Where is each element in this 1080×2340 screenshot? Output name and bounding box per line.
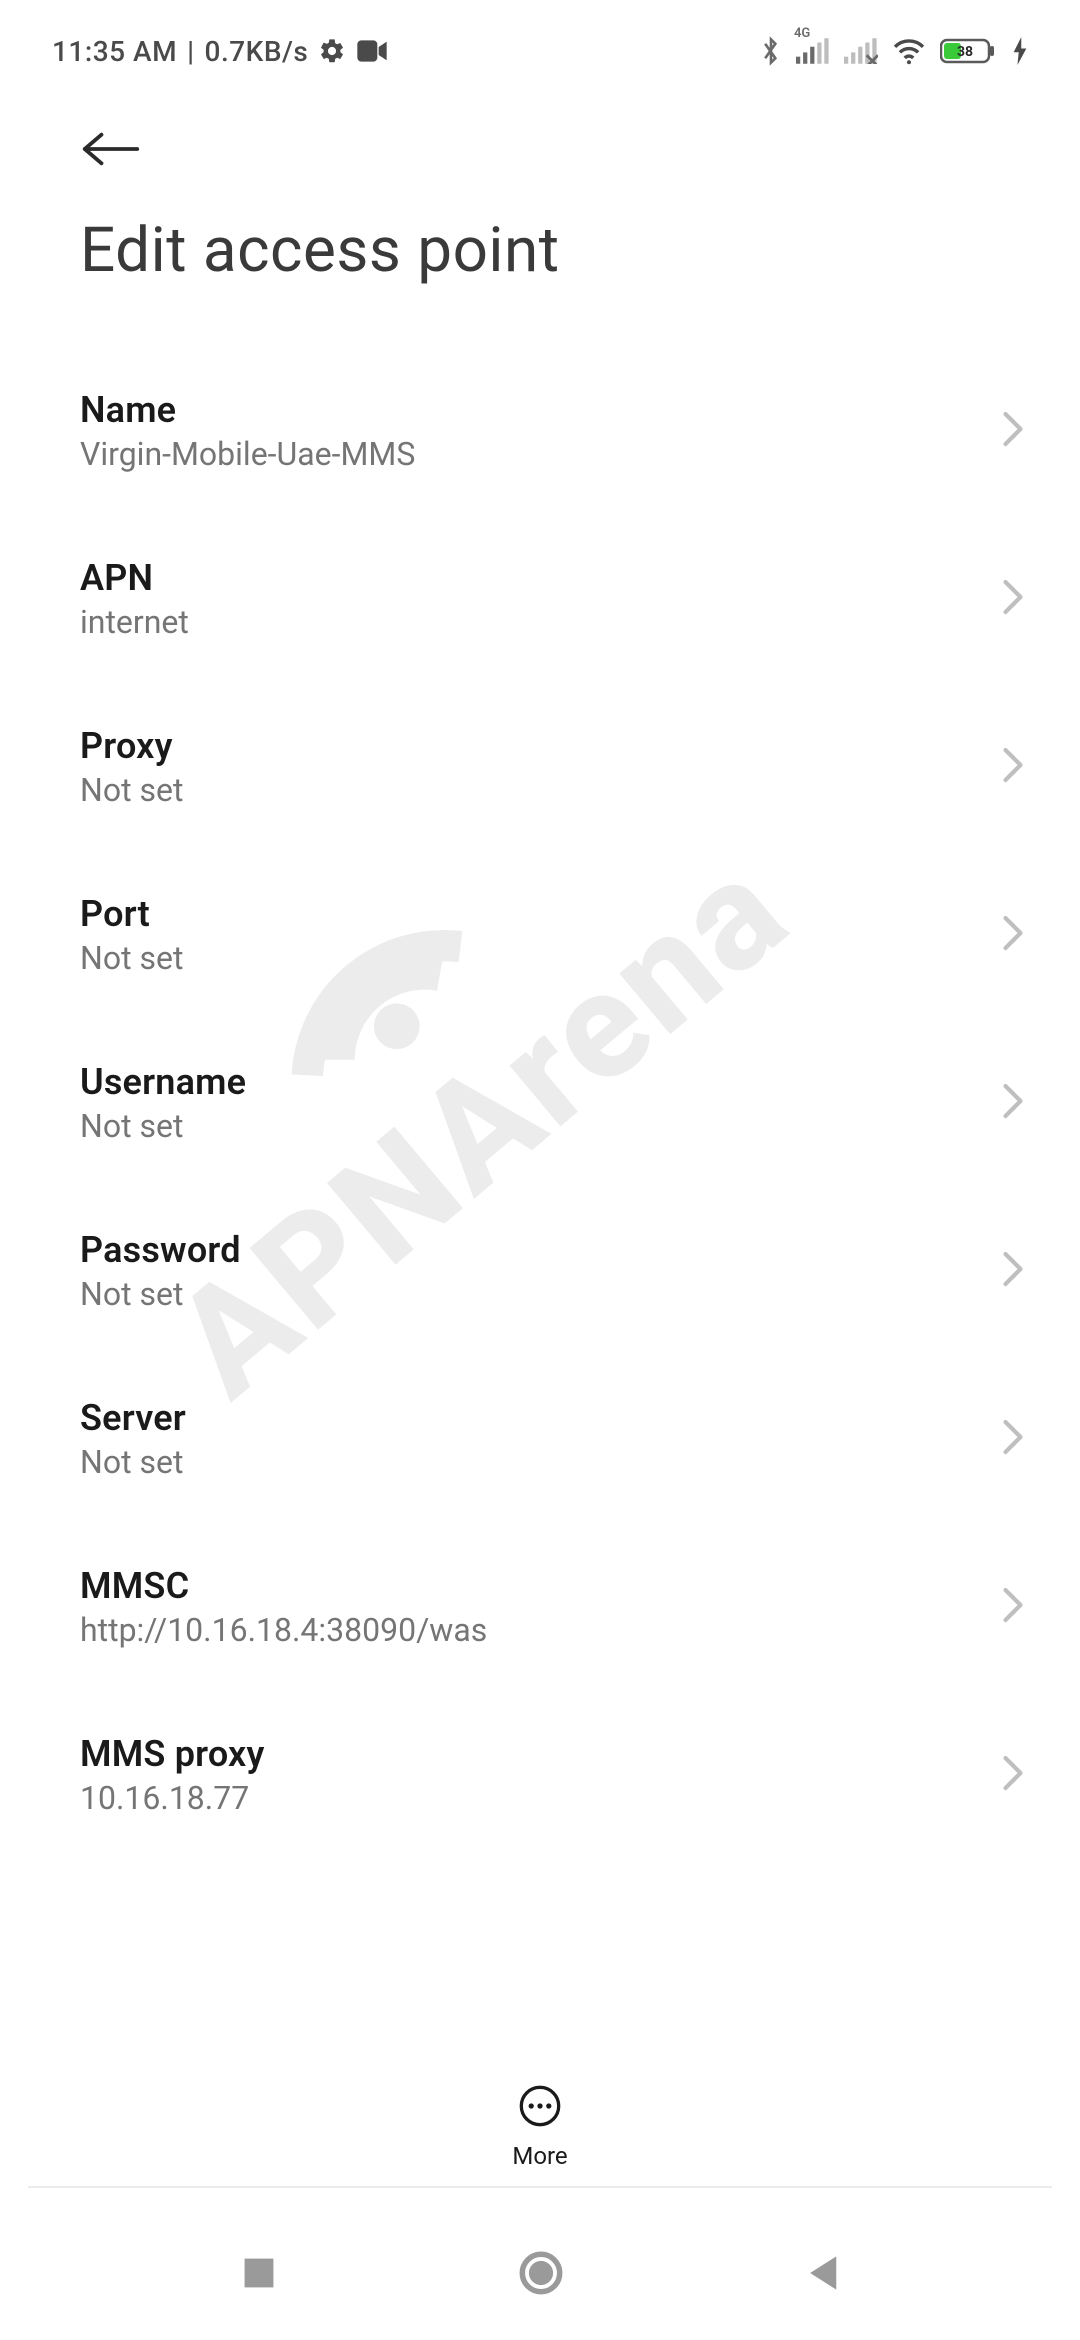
circle-icon (519, 2251, 563, 2295)
status-bar: 11:35 AM | 0.7KB/s 4G 38 (0, 0, 1080, 82)
field-label: Server (80, 1397, 186, 1439)
chevron-right-icon (1002, 1755, 1030, 1795)
chevron-right-icon (1002, 1587, 1030, 1627)
back-arrow-icon (80, 128, 142, 170)
field-value: Not set (80, 1275, 241, 1313)
chevron-right-icon (1002, 915, 1030, 955)
field-mmsc[interactable]: MMSC http://10.16.18.4:38090/was (80, 1523, 1030, 1691)
field-label: Proxy (80, 725, 183, 767)
field-label: Port (80, 893, 183, 935)
nav-back-button[interactable] (795, 2244, 849, 2306)
system-nav-bar (0, 2210, 1080, 2340)
more-button[interactable]: More (512, 2084, 567, 2170)
field-label: Password (80, 1229, 241, 1271)
status-time: 11:35 AM (52, 35, 177, 68)
chevron-right-icon (1002, 1083, 1030, 1123)
field-server[interactable]: Server Not set (80, 1355, 1030, 1523)
field-value: internet (80, 603, 189, 641)
triangle-left-icon (805, 2254, 839, 2292)
field-name[interactable]: Name Virgin-Mobile-Uae-MMS (80, 347, 1030, 515)
signal-sim2-icon (844, 38, 878, 64)
chevron-right-icon (1002, 747, 1030, 787)
chevron-right-icon (1002, 1419, 1030, 1459)
svg-text:38: 38 (957, 44, 973, 60)
field-value: Not set (80, 771, 183, 809)
network-type-label: 4G (794, 26, 810, 41)
settings-list: Name Virgin-Mobile-Uae-MMS APN internet … (0, 347, 1080, 1859)
field-password[interactable]: Password Not set (80, 1187, 1030, 1355)
gear-icon (318, 37, 346, 65)
chevron-right-icon (1002, 411, 1030, 451)
field-value: Not set (80, 1443, 186, 1481)
back-button[interactable] (80, 128, 142, 174)
field-apn[interactable]: APN internet (80, 515, 1030, 683)
chevron-right-icon (1002, 1251, 1030, 1291)
bluetooth-icon (760, 35, 782, 67)
nav-recent-button[interactable] (231, 2245, 287, 2305)
field-value: 10.16.18.77 (80, 1779, 265, 1817)
field-value: Not set (80, 1107, 246, 1145)
wifi-icon (892, 37, 926, 65)
field-label: MMSC (80, 1565, 487, 1607)
more-icon (518, 2084, 562, 2132)
field-username[interactable]: Username Not set (80, 1019, 1030, 1187)
nav-home-button[interactable] (509, 2241, 573, 2309)
field-label: Name (80, 389, 415, 431)
bottom-action-bar: More (0, 2068, 1080, 2186)
field-value: http://10.16.18.4:38090/was (80, 1611, 487, 1649)
chevron-right-icon (1002, 579, 1030, 619)
square-icon (241, 2255, 277, 2291)
field-label: MMS proxy (80, 1733, 265, 1775)
battery-icon: 38 (940, 37, 998, 65)
field-proxy[interactable]: Proxy Not set (80, 683, 1030, 851)
field-mms-proxy[interactable]: MMS proxy 10.16.18.77 (80, 1691, 1030, 1859)
app-bar (0, 82, 1080, 184)
field-label: APN (80, 557, 189, 599)
status-separator: | (187, 35, 194, 68)
lightning-icon (1012, 37, 1028, 65)
field-value: Virgin-Mobile-Uae-MMS (80, 435, 415, 473)
field-value: Not set (80, 939, 183, 977)
signal-sim1-icon: 4G (796, 38, 830, 64)
content-scroll[interactable]: APNArena Name Virgin-Mobile-Uae-MMS APN … (0, 347, 1080, 2047)
divider (28, 2186, 1052, 2188)
status-data-rate: 0.7KB/s (205, 35, 309, 68)
field-label: Username (80, 1061, 246, 1103)
video-icon (356, 39, 388, 63)
status-bar-left: 11:35 AM | 0.7KB/s (52, 35, 388, 68)
page-title: Edit access point (0, 184, 1080, 347)
field-port[interactable]: Port Not set (80, 851, 1030, 1019)
more-label: More (512, 2142, 567, 2170)
status-bar-right: 4G 38 (760, 35, 1028, 67)
